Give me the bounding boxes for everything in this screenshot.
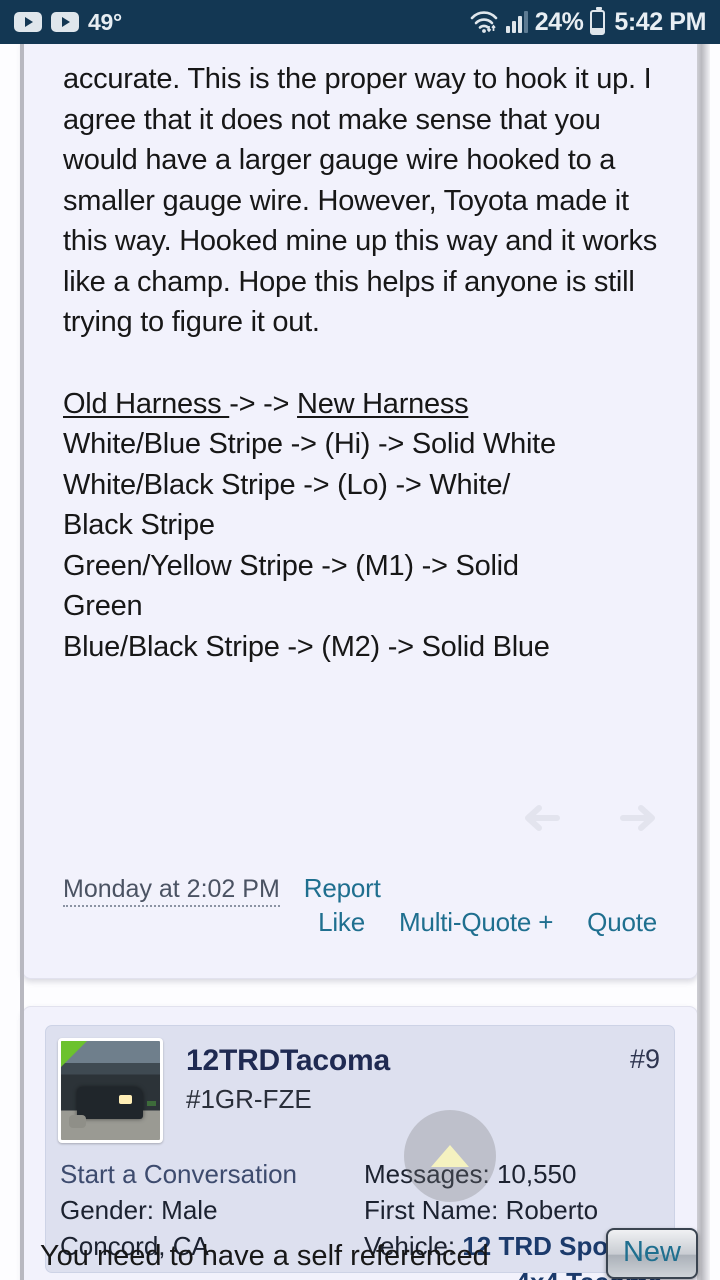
- avatar[interactable]: [58, 1038, 163, 1143]
- status-bar-left-group: 49°: [14, 9, 469, 36]
- quote-button[interactable]: Quote: [587, 907, 657, 938]
- green-corner-badge-icon: [61, 1041, 87, 1067]
- post-action-row: Like Multi-Quote + Quote: [318, 907, 657, 938]
- multi-quote-button[interactable]: Multi-Quote +: [399, 907, 553, 938]
- chevron-up-icon: [431, 1145, 469, 1167]
- post-number[interactable]: #9: [630, 1044, 660, 1075]
- post-message-body: accurate. This is the proper way to hook…: [23, 44, 697, 667]
- phone-screen: 49° 24% 5:42 PM accurate. This is the pr…: [0, 0, 720, 1280]
- harness-heading: Old Harness -> -> New Harness: [63, 384, 675, 425]
- new-posts-button[interactable]: New: [605, 1228, 698, 1279]
- battery-icon: [590, 6, 606, 35]
- status-bar: 49° 24% 5:42 PM: [0, 0, 720, 44]
- next-post-preview-text: You need to have a self referenced: [40, 1240, 489, 1272]
- youtube-play-icon[interactable]: [51, 12, 79, 32]
- post-timestamp[interactable]: Monday at 2:02 PM: [63, 875, 280, 907]
- post-card: accurate. This is the proper way to hook…: [22, 44, 698, 979]
- like-button[interactable]: Like: [318, 907, 365, 938]
- thread-scroll-area[interactable]: accurate. This is the proper way to hook…: [0, 44, 720, 1280]
- user-first-name: First Name: Roberto: [364, 1195, 599, 1225]
- vertical-scrollbar[interactable]: [697, 44, 710, 1280]
- scroll-to-top-button[interactable]: [404, 1110, 496, 1202]
- post-navigation-arrows: [523, 803, 657, 833]
- page-left-edge-rule: [20, 44, 24, 1280]
- arrow-right-icon[interactable]: [619, 803, 657, 833]
- weather-temperature: 49°: [88, 8, 122, 35]
- post-paragraph-text: accurate. This is the proper way to hook…: [63, 63, 665, 338]
- user-gender: Gender: Male: [60, 1195, 218, 1225]
- harness-mapping-list: White/Blue Stripe -> (Hi) -> Solid White…: [63, 428, 556, 663]
- report-link[interactable]: Report: [304, 873, 381, 904]
- post-meta-row: Monday at 2:02 PM Report: [63, 873, 381, 907]
- harness-heading-old: Old Harness: [63, 387, 230, 420]
- harness-heading-separator: -> ->: [229, 387, 298, 420]
- harness-heading-new: New Harness: [297, 387, 469, 420]
- start-conversation-link[interactable]: Start a Conversation: [60, 1156, 297, 1192]
- wifi-icon: [469, 9, 499, 35]
- username[interactable]: 12TRDTacoma: [186, 1044, 390, 1078]
- status-bar-clock: 5:42 PM: [614, 7, 706, 36]
- arrow-left-icon[interactable]: [523, 803, 561, 833]
- status-bar-right-group: 24% 5:42 PM: [469, 6, 706, 37]
- user-title: #1GR-FZE: [186, 1084, 312, 1114]
- cellular-signal-icon: [505, 11, 528, 33]
- youtube-play-icon[interactable]: [14, 12, 42, 32]
- battery-percent: 24%: [534, 7, 584, 36]
